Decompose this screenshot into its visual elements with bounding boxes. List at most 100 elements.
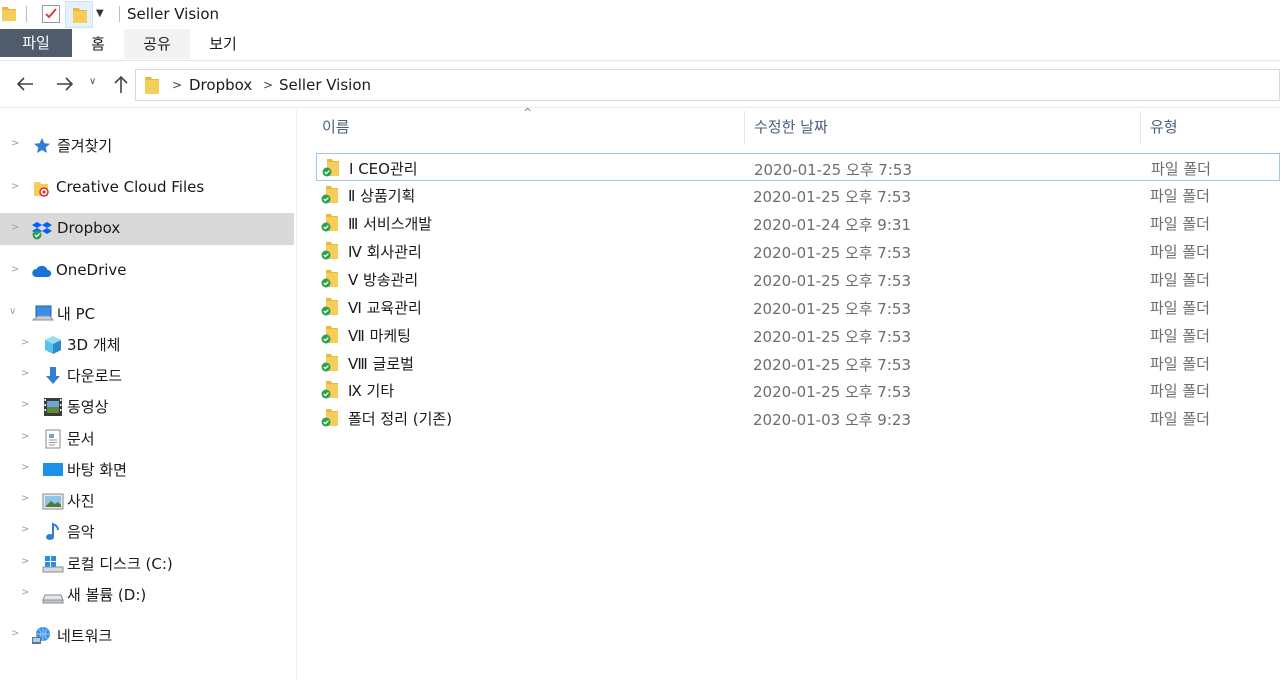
collapse-chevron-icon[interactable]: ∨ xyxy=(9,306,16,317)
sidebar-item-new-volume-d[interactable]: > 새 볼륨 (D:) xyxy=(0,578,294,610)
column-header-date[interactable]: 수정한 날짜 xyxy=(745,109,1140,145)
expand-chevron-icon[interactable]: > xyxy=(21,431,29,442)
new-folder-button[interactable] xyxy=(65,1,93,28)
tab-home[interactable]: 홈 xyxy=(72,29,124,59)
file-row[interactable]: Ⅰ CEO관리 2020-01-25 오후 7:53 파일 폴더 xyxy=(316,153,1280,181)
file-modified-date: 2020-01-25 오후 7:53 xyxy=(753,356,911,374)
column-header-type[interactable]: 유형 xyxy=(1141,109,1280,145)
expand-chevron-icon[interactable]: > xyxy=(21,556,29,567)
sidebar-item-desktop[interactable]: > 바탕 화면 xyxy=(0,453,294,485)
file-name: Ⅵ 교육관리 xyxy=(348,299,422,317)
file-modified-date: 2020-01-25 오후 7:53 xyxy=(754,161,912,179)
desktop-icon xyxy=(42,460,63,480)
sidebar-item-music[interactable]: > 음악 xyxy=(0,515,294,547)
synced-folder-icon xyxy=(321,325,341,345)
window-title: Seller Vision xyxy=(127,5,220,23)
file-row[interactable]: Ⅳ 회사관리 2020-01-25 오후 7:53 파일 폴더 xyxy=(316,237,1280,265)
file-modified-date: 2020-01-25 오후 7:53 xyxy=(753,272,911,290)
synced-folder-icon xyxy=(321,353,341,373)
star-icon xyxy=(32,136,52,156)
file-type: 파일 폴더 xyxy=(1150,215,1210,233)
sidebar-item-network[interactable]: > 네트워크 xyxy=(0,619,294,651)
sidebar-item-this-pc[interactable]: ∨ 내 PC xyxy=(0,297,294,329)
file-name: Ⅱ 상품기획 xyxy=(348,187,416,205)
file-row[interactable]: Ⅷ 글로벌 2020-01-25 오후 7:53 파일 폴더 xyxy=(316,349,1280,377)
video-icon xyxy=(43,397,63,417)
expand-chevron-icon[interactable]: > xyxy=(11,264,19,275)
file-row[interactable]: Ⅶ 마케팅 2020-01-25 오후 7:53 파일 폴더 xyxy=(316,321,1280,349)
file-row[interactable]: Ⅱ 상품기획 2020-01-25 오후 7:53 파일 폴더 xyxy=(316,181,1280,209)
sidebar-item-onedrive[interactable]: > OneDrive xyxy=(0,255,294,287)
sidebar-item-creative-cloud[interactable]: > Creative Cloud Files xyxy=(0,172,294,204)
expand-chevron-icon[interactable]: > xyxy=(21,587,29,598)
file-type: 파일 폴더 xyxy=(1150,327,1210,345)
sidebar-item-3d-objects[interactable]: > 3D 개체 xyxy=(0,328,294,360)
sidebar-item-dropbox[interactable]: > Dropbox xyxy=(0,213,294,245)
properties-button[interactable] xyxy=(42,5,60,23)
sidebar-item-favorites[interactable]: > 즐겨찾기 xyxy=(0,129,294,161)
breadcrumb-seller-vision[interactable]: Seller Vision xyxy=(279,76,371,94)
customize-toolbar-icon[interactable]: ▼ xyxy=(96,8,104,19)
column-header-name[interactable]: 이름 xyxy=(316,109,744,145)
address-bar[interactable]: > Dropbox > Seller Vision xyxy=(135,69,1280,101)
file-modified-date: 2020-01-03 오후 9:23 xyxy=(753,411,911,429)
file-modified-date: 2020-01-25 오후 7:53 xyxy=(753,188,911,206)
sidebar-item-label: 음악 xyxy=(67,523,95,541)
file-name: Ⅲ 서비스개발 xyxy=(348,215,433,233)
windows-drive-icon xyxy=(42,554,64,574)
expand-chevron-icon[interactable]: > xyxy=(11,181,19,192)
drive-icon xyxy=(42,585,64,605)
tab-file[interactable]: 파일 xyxy=(0,29,72,57)
file-row[interactable]: Ⅸ 기타 2020-01-25 오후 7:53 파일 폴더 xyxy=(316,376,1280,404)
3d-objects-icon xyxy=(43,335,63,355)
sidebar-item-label: 3D 개체 xyxy=(67,336,121,354)
file-row[interactable]: Ⅲ 서비스개발 2020-01-24 오후 9:31 파일 폴더 xyxy=(316,209,1280,237)
sidebar-item-downloads[interactable]: > 다운로드 xyxy=(0,359,294,391)
file-name: Ⅳ 회사관리 xyxy=(348,243,422,261)
sidebar-item-pictures[interactable]: > 사진 xyxy=(0,484,294,516)
tab-share[interactable]: 공유 xyxy=(124,29,190,59)
file-type: 파일 폴더 xyxy=(1150,271,1210,289)
file-modified-date: 2020-01-25 오후 7:53 xyxy=(753,300,911,318)
sidebar-item-documents[interactable]: > 문서 xyxy=(0,422,294,454)
sidebar-item-local-disk-c[interactable]: > 로컬 디스크 (C:) xyxy=(0,547,294,579)
file-name: Ⅴ 방송관리 xyxy=(348,271,419,289)
file-row[interactable]: Ⅵ 교육관리 2020-01-25 오후 7:53 파일 폴더 xyxy=(316,293,1280,321)
expand-chevron-icon[interactable]: > xyxy=(11,628,19,639)
expand-chevron-icon[interactable]: > xyxy=(21,524,29,535)
sidebar-item-label: 새 볼륨 (D:) xyxy=(67,586,147,604)
recent-locations-chevron-icon[interactable]: ∨ xyxy=(89,76,96,87)
breadcrumb-chevron-icon[interactable]: > xyxy=(263,78,273,92)
synced-folder-icon xyxy=(322,158,342,178)
sidebar-item-videos[interactable]: > 동영상 xyxy=(0,390,294,422)
forward-arrow-icon[interactable] xyxy=(54,73,76,99)
synced-folder-icon xyxy=(321,241,341,261)
up-arrow-icon[interactable] xyxy=(111,73,131,99)
sidebar-item-label: 즐겨찾기 xyxy=(57,137,113,155)
expand-chevron-icon[interactable]: > xyxy=(21,368,29,379)
synced-folder-icon xyxy=(321,297,341,317)
expand-chevron-icon[interactable]: > xyxy=(21,493,29,504)
expand-chevron-icon[interactable]: > xyxy=(11,138,19,149)
synced-folder-icon xyxy=(321,380,341,400)
sidebar-item-label: 바탕 화면 xyxy=(67,461,127,479)
expand-chevron-icon[interactable]: > xyxy=(21,337,29,348)
file-modified-date: 2020-01-25 오후 7:53 xyxy=(753,244,911,262)
network-icon xyxy=(31,626,51,646)
title-bar: ▼ Seller Vision xyxy=(0,0,1280,29)
file-row[interactable]: 폴더 정리 (기존) 2020-01-03 오후 9:23 파일 폴더 xyxy=(316,404,1280,432)
synced-folder-icon xyxy=(321,213,341,233)
breadcrumb-chevron-icon[interactable]: > xyxy=(172,78,182,92)
download-icon xyxy=(43,366,63,386)
pictures-icon xyxy=(42,491,64,511)
breadcrumb-dropbox[interactable]: Dropbox xyxy=(189,76,252,94)
sidebar-item-label: OneDrive xyxy=(56,261,127,279)
expand-chevron-icon[interactable]: > xyxy=(21,399,29,410)
onedrive-cloud-icon xyxy=(31,262,52,282)
back-arrow-icon[interactable] xyxy=(14,73,36,99)
expand-chevron-icon[interactable]: > xyxy=(11,222,19,233)
file-name: 폴더 정리 (기존) xyxy=(348,410,453,428)
tab-view[interactable]: 보기 xyxy=(190,29,256,59)
expand-chevron-icon[interactable]: > xyxy=(21,462,29,473)
file-row[interactable]: Ⅴ 방송관리 2020-01-25 오후 7:53 파일 폴더 xyxy=(316,265,1280,293)
